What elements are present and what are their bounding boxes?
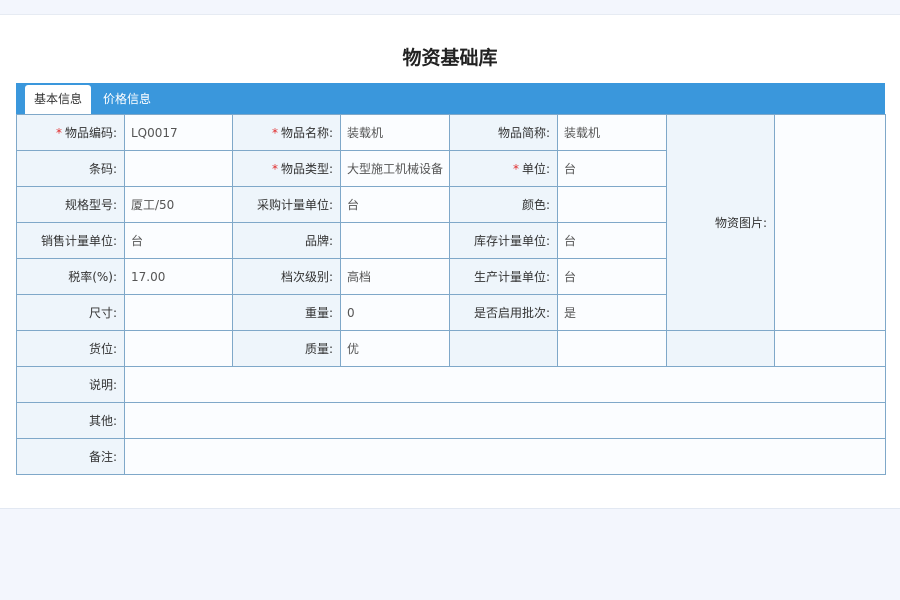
table-row: 其他: bbox=[16, 402, 886, 439]
batch-enabled-field[interactable]: 是 bbox=[557, 294, 667, 331]
grade-field[interactable]: 高档 bbox=[340, 258, 450, 295]
brand-field[interactable] bbox=[340, 222, 450, 259]
code-field[interactable]: LQ0017 bbox=[124, 114, 233, 151]
batch-enabled-label: 是否启用批次: bbox=[449, 294, 558, 331]
other-field[interactable] bbox=[124, 402, 886, 439]
quality-label: 质量: bbox=[232, 330, 341, 367]
location-label: 货位: bbox=[16, 330, 125, 367]
color-field[interactable] bbox=[557, 186, 667, 223]
sales-unit-field[interactable]: 台 bbox=[124, 222, 233, 259]
tax-rate-label: 税率(%): bbox=[16, 258, 125, 295]
location-field[interactable] bbox=[124, 330, 233, 367]
image-field[interactable] bbox=[774, 114, 886, 331]
stock-unit-label: 库存计量单位: bbox=[449, 222, 558, 259]
purchase-unit-field[interactable]: 台 bbox=[340, 186, 450, 223]
short-name-label: 物品简称: bbox=[449, 114, 558, 151]
tab-bar: 基本信息 价格信息 bbox=[16, 83, 885, 116]
type-field[interactable]: 大型施工机械设备 bbox=[340, 150, 450, 187]
table-row: 说明: bbox=[16, 366, 886, 403]
purchase-unit-label: 采购计量单位: bbox=[232, 186, 341, 223]
production-unit-field[interactable]: 台 bbox=[557, 258, 667, 295]
name-label: * 物品名称: bbox=[232, 114, 341, 151]
required-mark: * bbox=[271, 126, 278, 140]
required-mark: * bbox=[271, 162, 278, 176]
other-label: 其他: bbox=[16, 402, 125, 439]
weight-label: 重量: bbox=[232, 294, 341, 331]
type-label: * 物品类型: bbox=[232, 150, 341, 187]
empty-value-cell bbox=[557, 330, 667, 367]
quality-field[interactable]: 优 bbox=[340, 330, 450, 367]
required-mark: * bbox=[512, 162, 519, 176]
tab-price-info[interactable]: 价格信息 bbox=[94, 85, 160, 116]
brand-label: 品牌: bbox=[232, 222, 341, 259]
spec-label: 规格型号: bbox=[16, 186, 125, 223]
image-label: 物资图片: bbox=[666, 114, 775, 331]
description-label: 说明: bbox=[16, 366, 125, 403]
remark-field[interactable] bbox=[124, 438, 886, 475]
code-label: * 物品编码: bbox=[16, 114, 125, 151]
top-strip bbox=[0, 0, 900, 15]
description-field[interactable] bbox=[124, 366, 886, 403]
unit-field[interactable]: 台 bbox=[557, 150, 667, 187]
unit-label: * 单位: bbox=[449, 150, 558, 187]
tax-rate-field[interactable]: 17.00 bbox=[124, 258, 233, 295]
weight-field[interactable]: 0 bbox=[340, 294, 450, 331]
table-row: 货位: 质量: 优 bbox=[16, 330, 886, 367]
size-field[interactable] bbox=[124, 294, 233, 331]
empty-value-cell bbox=[774, 330, 886, 367]
empty-label-cell bbox=[666, 330, 775, 367]
barcode-field[interactable] bbox=[124, 150, 233, 187]
table-row: * 物品编码: LQ0017 * 物品名称: 装载机 物品简称: 装载机 物资图片: bbox=[16, 114, 886, 331]
barcode-label: 条码: bbox=[16, 150, 125, 187]
short-name-field[interactable]: 装载机 bbox=[557, 114, 667, 151]
spec-field[interactable]: 厦工/50 bbox=[124, 186, 233, 223]
size-label: 尺寸: bbox=[16, 294, 125, 331]
empty-label-cell bbox=[449, 330, 558, 367]
tab-basic-info[interactable]: 基本信息 bbox=[25, 85, 92, 116]
color-label: 颜色: bbox=[449, 186, 558, 223]
sales-unit-label: 销售计量单位: bbox=[16, 222, 125, 259]
required-mark: * bbox=[55, 126, 62, 140]
table-row: 备注: bbox=[16, 438, 886, 475]
production-unit-label: 生产计量单位: bbox=[449, 258, 558, 295]
name-field[interactable]: 装载机 bbox=[340, 114, 450, 151]
page-title: 物资基础库 bbox=[402, 47, 498, 69]
material-info-table: * 物品编码: LQ0017 * 物品名称: 装载机 物品简称: 装载机 物资图片:… bbox=[16, 114, 886, 475]
stock-unit-field[interactable]: 台 bbox=[557, 222, 667, 259]
remark-label: 备注: bbox=[16, 438, 125, 475]
grade-label: 档次级别: bbox=[232, 258, 341, 295]
